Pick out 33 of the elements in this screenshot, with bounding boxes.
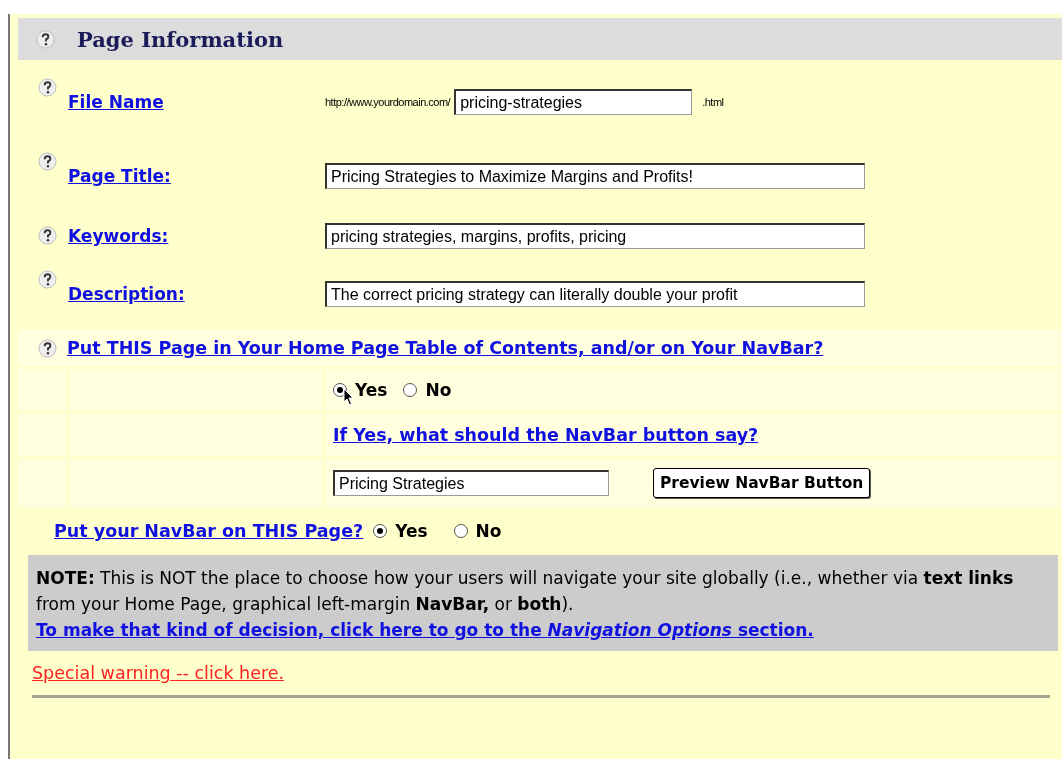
navigation-options-link[interactable]: To make that kind of decision, click here to go to the Navigation Options section. (36, 620, 814, 640)
radio-label: No (475, 521, 502, 541)
text-field[interactable]: pricing strategies, margins, profits, pricing (325, 223, 865, 249)
radio-button[interactable] (373, 524, 388, 538)
help-icon[interactable] (38, 270, 57, 289)
radio-button[interactable] (403, 383, 418, 397)
url-prefix: http://www.yourdomain.com/ (325, 96, 451, 108)
preview-button[interactable]: Preview NavBar Button (653, 468, 871, 498)
radio-label: Yes (355, 380, 388, 400)
text-field[interactable]: The correct pricing strategy can literally double your profit (325, 281, 865, 307)
help-icon[interactable] (38, 338, 57, 358)
cursor-icon (343, 388, 355, 406)
section-title: Page Information (77, 26, 284, 52)
text-field[interactable]: Pricing Strategies to Maximize Margins and Profits! (325, 163, 865, 189)
help-icon[interactable] (38, 78, 57, 97)
url-suffix: .html (702, 96, 724, 108)
note-text: NOTE: This is NOT the place to choose how your users will navigate your site globally (i.e., whether via text links from your Home Page, graphical left-margin NavBar, or both). To make that kind of decision, click here to go to the Navigation Options section. (36, 567, 1015, 642)
question-link[interactable]: If Yes, what should the NavBar button say? (333, 425, 759, 445)
help-icon[interactable] (36, 29, 55, 49)
question-link[interactable]: Put your NavBar on THIS Page? (54, 521, 364, 541)
field-label-link[interactable]: Description: (68, 284, 325, 304)
warning-link[interactable]: Special warning -- click here. (32, 663, 285, 683)
radio-label: Yes (395, 521, 428, 541)
help-icon[interactable] (38, 226, 57, 245)
field-label-link[interactable]: Page Title: (68, 166, 325, 186)
radio-label: No (425, 380, 452, 400)
file-name-field[interactable]: pricing-strategies (454, 89, 693, 115)
help-icon[interactable] (38, 152, 57, 171)
navbar-text-field[interactable]: Pricing Strategies (333, 470, 609, 496)
radio-button[interactable] (453, 524, 468, 538)
field-label-link[interactable]: File Name (68, 92, 325, 112)
question-link[interactable]: Put THIS Page in Your Home Page Table of Contents, and/or on Your NavBar? (67, 338, 824, 358)
field-label-link[interactable]: Keywords: (68, 226, 325, 246)
